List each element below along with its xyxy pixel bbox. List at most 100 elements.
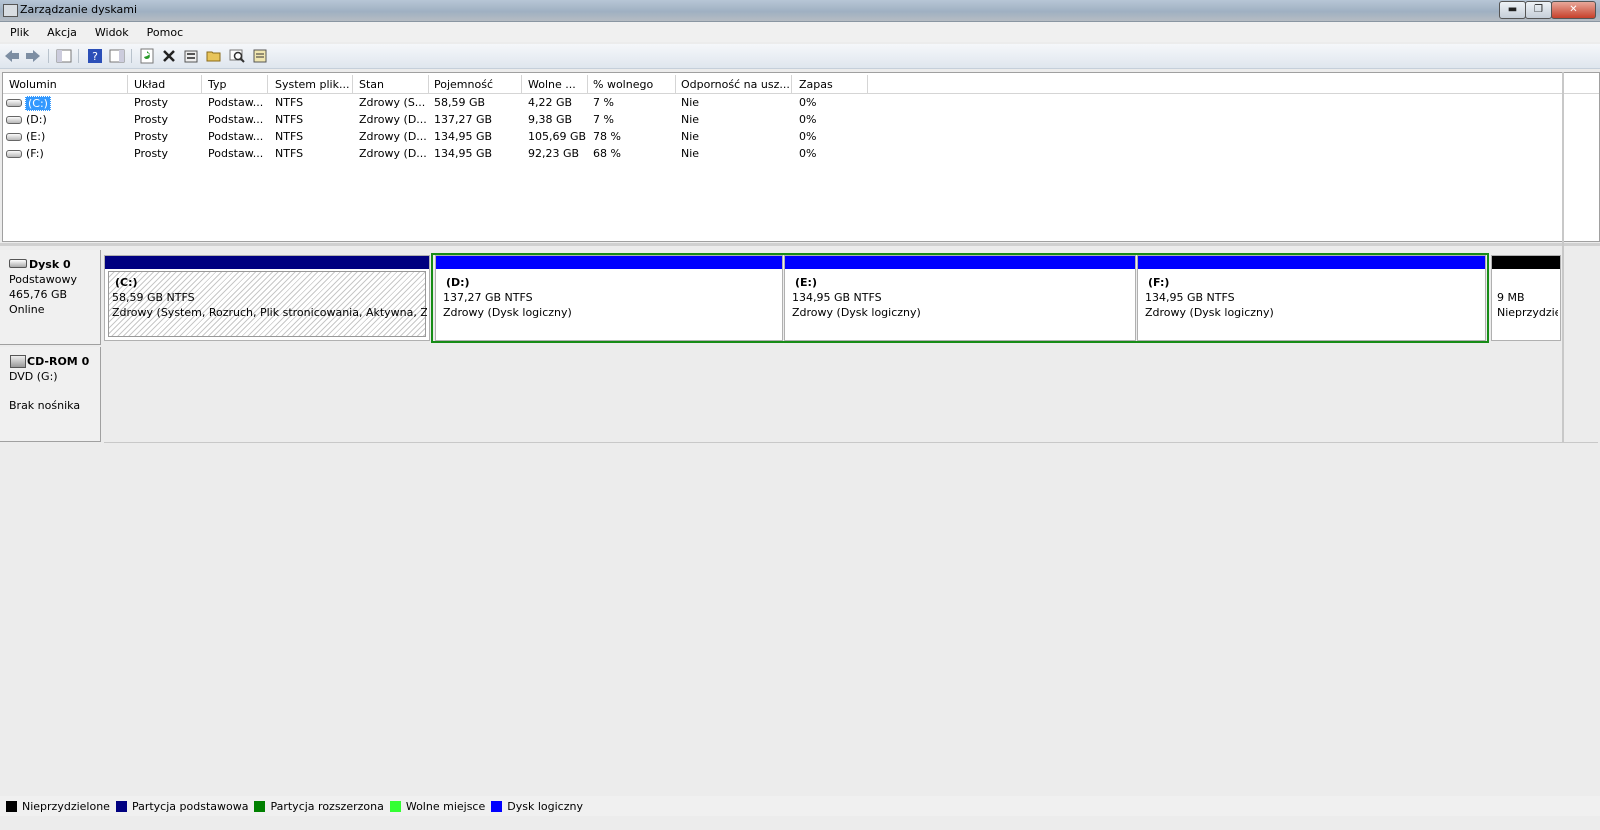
volume-capacity: 134,95 GB bbox=[434, 130, 493, 143]
scrollbar-edge bbox=[1562, 72, 1564, 442]
menu-widok[interactable]: Widok bbox=[85, 26, 137, 39]
volume-type: Podstaw... bbox=[208, 147, 264, 160]
unallocated-bar bbox=[1492, 256, 1560, 269]
volume-name[interactable]: (C:) bbox=[25, 96, 51, 111]
selected-hatch-pattern bbox=[108, 271, 426, 337]
col-header-overhead[interactable]: Zapas bbox=[799, 78, 833, 91]
minimize-button[interactable]: ▬ bbox=[1499, 1, 1526, 19]
volume-capacity: 134,95 GB bbox=[434, 147, 493, 160]
properties-icon[interactable] bbox=[183, 48, 199, 64]
disk-management-app-icon bbox=[3, 4, 18, 17]
volume-name[interactable]: (F:) bbox=[26, 147, 44, 160]
volume-layout: Prosty bbox=[134, 147, 169, 160]
unallocated-size: 9 MB bbox=[1497, 291, 1525, 304]
volume-row-f[interactable]: (F:) Prosty Podstaw... NTFS Zdrowy (D...… bbox=[3, 145, 1599, 162]
menu-plik[interactable]: Plik bbox=[0, 26, 37, 39]
partition-name: (E:) bbox=[795, 276, 817, 289]
col-header-layout[interactable]: Układ bbox=[134, 78, 165, 91]
partition-status: Zdrowy (Dysk logiczny) bbox=[1145, 306, 1274, 319]
col-header-free-space[interactable]: Wolne ... bbox=[528, 78, 576, 91]
volume-filesystem: NTFS bbox=[275, 96, 304, 109]
volume-status: Zdrowy (D... bbox=[359, 147, 427, 160]
drive-icon bbox=[6, 116, 22, 124]
close-button[interactable]: ✕ bbox=[1551, 1, 1596, 19]
partition-size: 134,95 GB NTFS bbox=[792, 291, 882, 304]
volume-row-c[interactable]: (C:) Prosty Podstaw... NTFS Zdrowy (S...… bbox=[3, 94, 1599, 111]
volume-free-space: 105,69 GB bbox=[528, 130, 587, 143]
rescan-icon[interactable] bbox=[252, 48, 268, 64]
toolbar-separator bbox=[131, 49, 132, 63]
refresh-icon[interactable] bbox=[139, 48, 155, 64]
volume-percent-free: 7 % bbox=[593, 96, 614, 109]
back-arrow-icon[interactable] bbox=[4, 48, 20, 64]
volume-percent-free: 68 % bbox=[593, 147, 621, 160]
explore-icon[interactable] bbox=[229, 48, 245, 64]
legend-swatch bbox=[115, 800, 127, 812]
volume-name[interactable]: (D:) bbox=[26, 113, 47, 126]
partition-size: 134,95 GB NTFS bbox=[1145, 291, 1235, 304]
svg-text:?: ? bbox=[92, 50, 98, 63]
partition-e[interactable]: (E:) 134,95 GB NTFS Zdrowy (Dysk logiczn… bbox=[784, 255, 1136, 341]
col-header-fault-tolerance[interactable]: Odporność na usz... bbox=[681, 78, 790, 91]
legend-swatch bbox=[491, 800, 503, 812]
pane-splitter[interactable] bbox=[0, 243, 1600, 246]
volume-status: Zdrowy (D... bbox=[359, 113, 427, 126]
col-header-filesystem[interactable]: System plik... bbox=[275, 78, 349, 91]
forward-arrow-icon[interactable] bbox=[25, 48, 41, 64]
delete-icon[interactable] bbox=[161, 48, 177, 64]
volume-row-d[interactable]: (D:) Prosty Podstaw... NTFS Zdrowy (D...… bbox=[3, 111, 1599, 128]
col-header-volume[interactable]: Wolumin bbox=[9, 78, 57, 91]
legend-label: Dysk logiczny bbox=[507, 799, 583, 813]
volume-list-header: Wolumin Układ Typ System plik... Stan Po… bbox=[3, 75, 1599, 94]
legend-logical-drive: Dysk logiczny bbox=[491, 800, 583, 813]
help-icon[interactable]: ? bbox=[87, 48, 103, 64]
volume-capacity: 137,27 GB bbox=[434, 113, 493, 126]
col-header-percent-free[interactable]: % wolnego bbox=[593, 78, 653, 91]
volume-list: Wolumin Układ Typ System plik... Stan Po… bbox=[2, 72, 1600, 242]
toolbar: ? bbox=[0, 44, 1600, 69]
partition-d[interactable]: (D:) 137,27 GB NTFS Zdrowy (Dysk logiczn… bbox=[435, 255, 783, 341]
legend-free-space: Wolne miejsce bbox=[389, 799, 486, 813]
col-header-status[interactable]: Stan bbox=[359, 78, 384, 91]
legend-swatch bbox=[6, 800, 17, 812]
properties-pane-icon[interactable] bbox=[109, 48, 125, 64]
volume-row-e[interactable]: (E:) Prosty Podstaw... NTFS Zdrowy (D...… bbox=[3, 128, 1599, 145]
legend-label: Wolne miejsce bbox=[405, 799, 486, 813]
cdrom-0-label[interactable]: CD-ROM 0 DVD (G:) Brak nośnika bbox=[0, 347, 101, 442]
cdrom-empty-area bbox=[104, 346, 1598, 443]
col-header-type[interactable]: Typ bbox=[208, 78, 227, 91]
volume-free-space: 4,22 GB bbox=[528, 96, 573, 109]
legend-bar: Nieprzydzielone Partycja podstawowa Part… bbox=[0, 796, 1600, 816]
open-folder-icon[interactable] bbox=[206, 48, 222, 64]
partition-f[interactable]: (F:) 134,95 GB NTFS Zdrowy (Dysk logiczn… bbox=[1137, 255, 1486, 341]
window-controls: ▬ ❐ ✕ bbox=[1499, 1, 1596, 19]
legend-primary-partition: Partycja podstawowa bbox=[115, 800, 248, 813]
partition-name: (C:) bbox=[115, 276, 138, 289]
partition-name: (D:) bbox=[446, 276, 470, 289]
unallocated-space[interactable]: 9 MB Nieprzydzielone bbox=[1491, 255, 1561, 341]
cdrom-title: CD-ROM 0 bbox=[27, 355, 90, 368]
volume-name[interactable]: (E:) bbox=[26, 130, 45, 143]
disk-0-label[interactable]: Dysk 0 Podstawowy 465,76 GB Online bbox=[0, 250, 101, 345]
drive-icon bbox=[6, 150, 22, 158]
partition-size: 58,59 GB NTFS bbox=[112, 291, 195, 304]
legend-swatch bbox=[389, 800, 401, 812]
maximize-button[interactable]: ❐ bbox=[1525, 1, 1552, 19]
legend-swatch bbox=[254, 800, 266, 812]
show-hide-console-icon[interactable] bbox=[56, 48, 72, 64]
menu-akcja[interactable]: Akcja bbox=[37, 26, 85, 39]
col-header-capacity[interactable]: Pojemność bbox=[434, 78, 493, 91]
partition-name: (F:) bbox=[1148, 276, 1170, 289]
volume-type: Podstaw... bbox=[208, 130, 264, 143]
volume-fault-tolerance: Nie bbox=[681, 147, 700, 160]
logical-drive-bar bbox=[436, 256, 782, 269]
drive-icon bbox=[6, 99, 22, 107]
menu-pomoc[interactable]: Pomoc bbox=[137, 26, 191, 39]
disk-size: 465,76 GB bbox=[9, 288, 68, 301]
volume-overhead: 0% bbox=[799, 96, 817, 109]
partition-c[interactable]: (C:) 58,59 GB NTFS Zdrowy (System, Rozru… bbox=[104, 255, 430, 341]
volume-status: Zdrowy (S... bbox=[359, 96, 426, 109]
legend-unallocated: Nieprzydzielone bbox=[6, 800, 110, 813]
drive-icon bbox=[6, 133, 22, 141]
partition-status: Zdrowy (Dysk logiczny) bbox=[792, 306, 921, 319]
